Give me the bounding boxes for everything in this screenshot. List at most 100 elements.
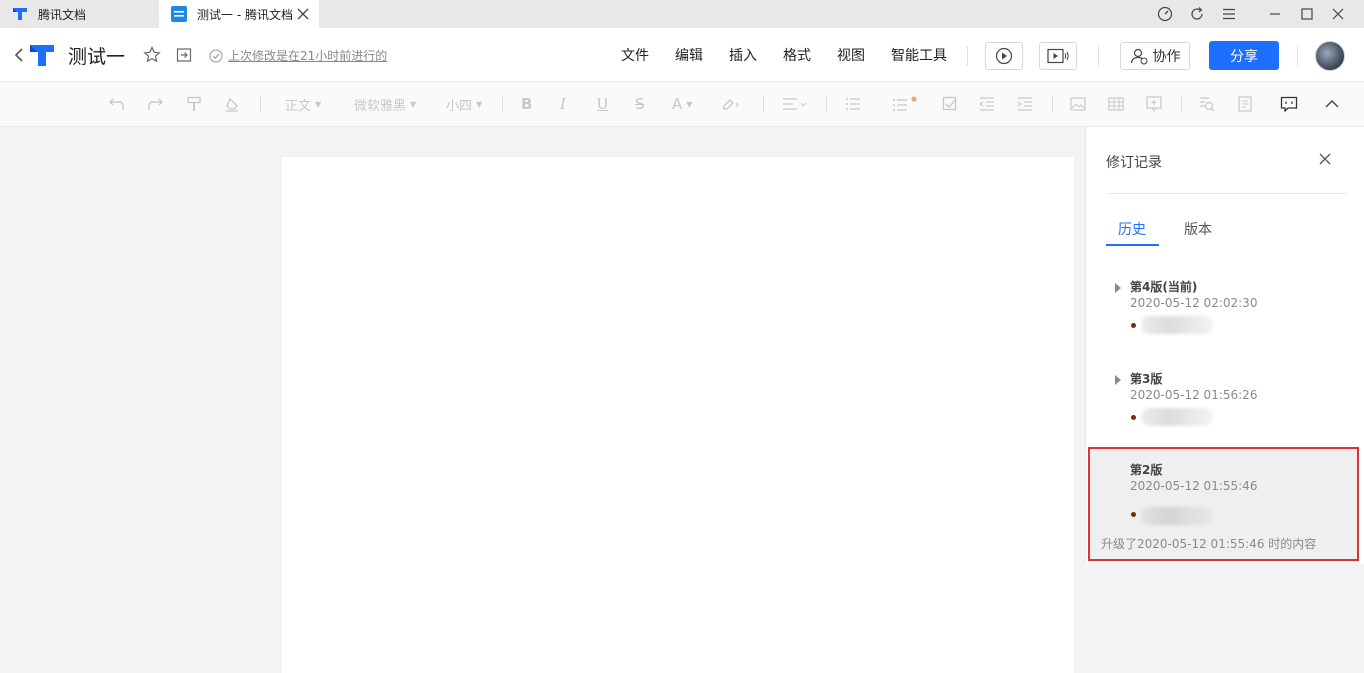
author-dot [1131, 512, 1136, 517]
version-time: 2020-05-12 01:56:26 [1130, 388, 1258, 402]
align-icon[interactable] [782, 94, 808, 114]
table-icon[interactable] [1108, 94, 1124, 114]
divider [1052, 96, 1053, 112]
doc-icon [171, 6, 187, 22]
maximize-icon[interactable] [1297, 4, 1317, 24]
divider [763, 96, 764, 112]
window-close-icon[interactable] [1328, 4, 1348, 24]
tab-home[interactable]: 腾讯文档 [0, 0, 158, 28]
author-name-blurred [1141, 507, 1213, 525]
author-dot [1131, 415, 1136, 420]
find-replace-icon[interactable] [1199, 94, 1215, 114]
page-icon[interactable] [1237, 94, 1253, 114]
collapse-toolbar-icon[interactable] [1325, 94, 1339, 114]
chevron-down-icon: ▼ [410, 99, 417, 109]
move-to-folder-icon[interactable] [176, 47, 192, 63]
save-status[interactable]: 上次修改是在21小时前进行的 [209, 47, 387, 64]
user-add-icon [1130, 47, 1148, 65]
paragraph-style-dropdown[interactable]: 正文 ▼ [285, 94, 321, 114]
chevron-down-icon: ▼ [686, 99, 693, 109]
version-item-selected[interactable]: 第2版 2020-05-12 01:55:46 升级了2020-05-12 01… [1088, 447, 1359, 561]
close-icon[interactable] [295, 6, 311, 22]
bold-icon[interactable]: B [521, 94, 532, 114]
highlight-icon[interactable] [720, 94, 740, 114]
paragraph-style-label: 正文 [285, 98, 312, 114]
divider [967, 46, 968, 66]
document-header: 测试一 上次修改是在21小时前进行的 文件 编辑 插入 格式 视图 智能工具 协… [0, 28, 1364, 82]
clear-format-icon[interactable] [224, 94, 240, 114]
menu-smart-tools[interactable]: 智能工具 [891, 45, 947, 65]
indent-icon[interactable] [1017, 94, 1033, 114]
menu-icon[interactable] [1219, 4, 1239, 24]
minimize-icon[interactable] [1265, 4, 1285, 24]
tencent-docs-logo-icon[interactable] [28, 42, 56, 68]
collaborate-button[interactable]: 协作 [1120, 42, 1190, 70]
save-status-text: 上次修改是在21小时前进行的 [228, 49, 388, 63]
version-name: 第4版(当前) [1130, 280, 1198, 294]
divider [826, 96, 827, 112]
check-circle-icon [209, 49, 223, 63]
expand-arrow-icon[interactable] [1115, 283, 1121, 293]
strikethrough-icon[interactable]: S [635, 94, 645, 114]
checkbox-icon[interactable] [942, 94, 958, 114]
bullet-list-icon[interactable] [845, 94, 871, 114]
gauge-icon[interactable] [1155, 4, 1175, 24]
comment-icon[interactable] [1280, 94, 1298, 114]
version-name: 第2版 [1130, 463, 1163, 477]
tab-history[interactable]: 历史 [1118, 219, 1146, 239]
chevron-down-icon: ▼ [315, 99, 322, 109]
window-tab-bar: 腾讯文档 测试一 - 腾讯文档 [0, 0, 1364, 28]
revision-panel-title: 修订记录 [1106, 155, 1162, 171]
document-page[interactable] [282, 157, 1074, 673]
share-button[interactable]: 分享 [1209, 41, 1279, 70]
font-family-label: 微软雅黑 [354, 98, 407, 114]
outdent-icon[interactable] [979, 94, 995, 114]
active-tab-indicator [1106, 244, 1159, 246]
format-toolbar: 正文 ▼ 微软雅黑 ▼ 小四 ▼ B I U S A ▼ [0, 82, 1364, 127]
insert-comment-box-icon[interactable] [1146, 94, 1162, 114]
format-painter-icon[interactable] [186, 94, 202, 114]
collaborate-label: 协作 [1152, 49, 1181, 65]
version-name: 第3版 [1130, 372, 1163, 386]
divider [1098, 46, 1099, 66]
font-family-dropdown[interactable]: 微软雅黑 ▼ [354, 94, 416, 114]
italic-icon[interactable]: I [560, 94, 566, 114]
redo-icon[interactable] [146, 94, 164, 114]
avatar[interactable] [1315, 41, 1345, 71]
presentation-button[interactable] [985, 42, 1023, 70]
menu-insert[interactable]: 插入 [729, 45, 757, 65]
expand-arrow-icon[interactable] [1115, 375, 1121, 385]
font-size-dropdown[interactable]: 小四 ▼ [446, 94, 482, 114]
chevron-down-icon: ▼ [476, 99, 483, 109]
tab-document[interactable]: 测试一 - 腾讯文档 [159, 0, 319, 28]
menu-file[interactable]: 文件 [621, 45, 649, 65]
close-icon[interactable] [1317, 151, 1333, 167]
numbered-list-icon[interactable] [892, 94, 918, 114]
tab-versions[interactable]: 版本 [1184, 219, 1212, 239]
back-icon[interactable] [12, 47, 26, 63]
menu-edit[interactable]: 编辑 [675, 45, 703, 65]
divider [1181, 96, 1182, 112]
cast-screen-button[interactable] [1039, 42, 1077, 70]
font-color-icon[interactable]: A ▼ [672, 94, 692, 114]
divider [260, 96, 261, 112]
underline-icon[interactable]: U [597, 94, 608, 114]
page-title[interactable]: 测试一 [68, 42, 125, 69]
menu-view[interactable]: 视图 [837, 45, 865, 65]
version-time: 2020-05-12 01:55:46 [1130, 479, 1258, 493]
refresh-icon[interactable] [1187, 4, 1207, 24]
star-icon[interactable] [143, 46, 161, 64]
image-icon[interactable] [1070, 94, 1086, 114]
author-dot [1131, 323, 1136, 328]
version-time: 2020-05-12 02:02:30 [1130, 296, 1258, 310]
divider [1106, 193, 1346, 194]
version-note: 升级了2020-05-12 01:55:46 时的内容 [1101, 537, 1317, 551]
tencent-docs-logo-icon [12, 7, 28, 21]
tab-home-label: 腾讯文档 [38, 7, 87, 22]
divider [502, 96, 503, 112]
undo-icon[interactable] [108, 94, 126, 114]
menu-format[interactable]: 格式 [783, 45, 811, 65]
font-size-label: 小四 [446, 98, 473, 114]
tab-document-label: 测试一 - 腾讯文档 [197, 7, 293, 22]
divider [1297, 46, 1298, 66]
